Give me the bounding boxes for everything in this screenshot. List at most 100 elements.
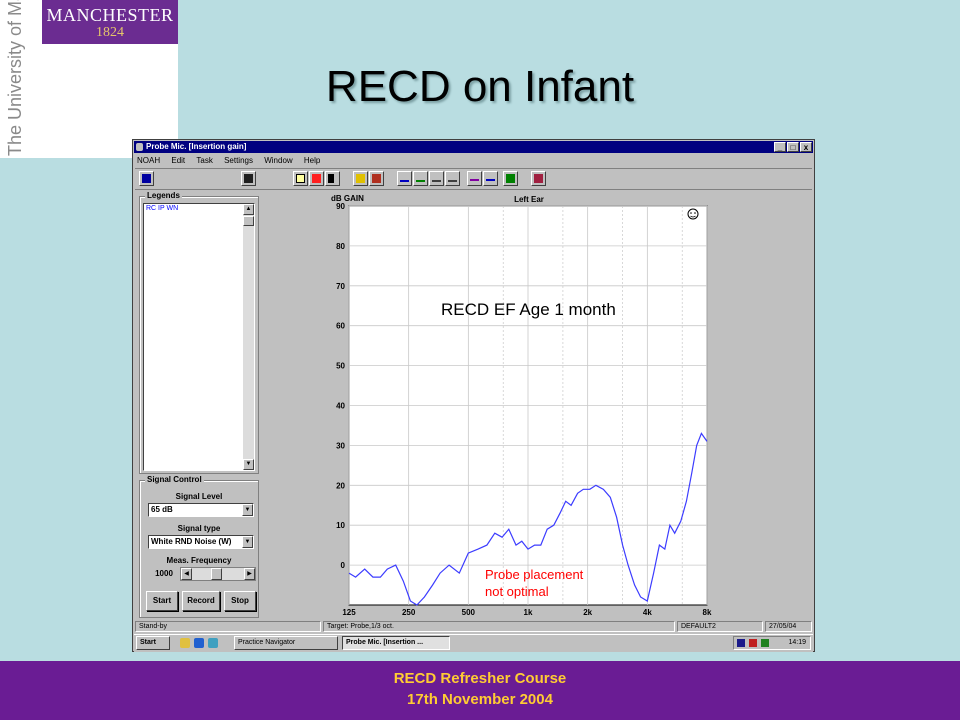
status-profile: DEFAULT2 [677, 621, 763, 632]
y-tick-label: 60 [336, 322, 345, 331]
curve3-icon[interactable] [429, 171, 444, 186]
hearing-aid-icon[interactable] [139, 171, 154, 186]
probe-mic-window: Probe Mic. [Insertion gain] _ □ x NOAH E… [132, 139, 815, 652]
signal-control-group: Signal Control Signal Level 65 dB ▼ Sign… [139, 475, 259, 618]
window-title: Probe Mic. [Insertion gain] [146, 142, 247, 151]
y-tick-label: 50 [336, 362, 345, 371]
list-item[interactable]: RC IP WN [144, 204, 254, 213]
chart-title: Left Ear [514, 195, 544, 204]
menu-bar: NOAH Edit Task Settings Window Help [135, 155, 812, 166]
y-tick-label: 80 [336, 242, 345, 251]
signal-type-label: Signal type [177, 524, 221, 533]
annotation-probe-line2: not optimal [485, 584, 549, 599]
chevron-down-icon[interactable]: ▼ [242, 536, 253, 548]
scroll-down-icon[interactable]: ▼ [243, 459, 254, 470]
green-book-icon[interactable] [503, 171, 518, 186]
task-practice-navigator[interactable]: Practice Navigator [234, 636, 338, 650]
toolbar [135, 168, 812, 190]
annotation-probe-line1: Probe placement [485, 567, 584, 582]
gain-chart: dB GAIN Left Ear 9080706050403020100125 2… [331, 194, 712, 617]
chevron-down-icon[interactable]: ▼ [242, 504, 253, 516]
red-book-icon[interactable] [531, 171, 546, 186]
menu-help[interactable]: Help [304, 156, 320, 165]
slider-thumb[interactable] [211, 568, 222, 580]
wrench-icon[interactable] [369, 171, 384, 186]
window-titlebar[interactable]: Probe Mic. [Insertion gain] _ □ x [134, 141, 813, 153]
curve6-icon[interactable] [483, 171, 498, 186]
menu-task[interactable]: Task [196, 156, 212, 165]
menu-settings[interactable]: Settings [224, 156, 253, 165]
footer-date: 17th November 2004 [407, 691, 553, 708]
status-date: 27/05/04 [765, 621, 812, 632]
scroll-thumb[interactable] [243, 216, 254, 226]
y-tick-label: 70 [336, 282, 345, 291]
scroll-right-icon[interactable]: ▶ [244, 568, 255, 580]
x-tick-label: 250 [402, 608, 416, 617]
signal-level-select[interactable]: 65 dB ▼ [148, 503, 254, 517]
save-icon[interactable] [241, 171, 256, 186]
y-tick-label: 90 [336, 202, 345, 211]
y-tick-label: 0 [341, 561, 346, 570]
start-menu-button[interactable]: Start [136, 636, 170, 650]
annotation-recd: RECD EF Age 1 month [441, 300, 616, 319]
tray-icons [737, 639, 777, 647]
stop-button[interactable]: Stop [224, 591, 256, 611]
manchester-logo: MANCHESTER 1824 [42, 0, 178, 44]
clock: 14:19 [788, 639, 806, 646]
start-button[interactable]: Start [146, 591, 178, 611]
menu-noah[interactable]: NOAH [137, 156, 160, 165]
scroll-left-icon[interactable]: ◀ [181, 568, 192, 580]
y-tick-label: 20 [336, 481, 345, 490]
info-icon[interactable] [353, 171, 368, 186]
x-tick-label: 2k [583, 608, 592, 617]
y-tick-label: 30 [336, 441, 345, 450]
system-tray: 14:19 [733, 636, 811, 650]
status-target: Target: Probe,1/3 oct. [323, 621, 675, 632]
task-probe-mic[interactable]: Probe Mic. [Insertion ... [342, 636, 450, 650]
logo-year: 1824 [96, 25, 124, 40]
slide-footer: RECD Refresher Course 17th November 2004 [0, 661, 960, 720]
x-tick-label: 8k [703, 608, 712, 617]
legends-list[interactable]: RC IP WN ▲ ▼ [143, 203, 255, 471]
email-icon[interactable] [208, 638, 218, 648]
logo-name: MANCHESTER [46, 5, 174, 25]
frequency-slider[interactable]: ◀ ▶ [180, 567, 256, 581]
menu-window[interactable]: Window [264, 156, 292, 165]
quicklaunch-icon[interactable] [180, 638, 190, 648]
cursor-icon[interactable] [293, 171, 308, 186]
signal-type-select[interactable]: White RND Noise (W) ▼ [148, 535, 254, 549]
footer-course: RECD Refresher Course [393, 670, 567, 687]
x-tick-label: 500 [462, 608, 476, 617]
legends-label: Legends [145, 191, 182, 201]
scroll-up-icon[interactable]: ▲ [243, 204, 254, 215]
meas-frequency-value: 1000 [148, 567, 180, 581]
signal-control-label: Signal Control [145, 475, 204, 485]
x-tick-label: 4k [643, 608, 652, 617]
curve2-icon[interactable] [413, 171, 428, 186]
calibrate-icon[interactable] [325, 171, 340, 186]
status-state: Stand-by [135, 621, 321, 632]
x-tick-label: 125 [342, 608, 356, 617]
signal-level-label: Signal Level [175, 492, 223, 501]
slide-title: RECD on Infant [325, 62, 635, 111]
signal-level-value: 65 dB [151, 505, 173, 514]
maximize-button[interactable]: □ [787, 142, 799, 152]
curve4-icon[interactable] [445, 171, 460, 186]
y-tick-label: 40 [336, 402, 345, 411]
legends-group: Legends RC IP WN ▲ ▼ [139, 191, 259, 474]
record-button[interactable]: Record [182, 591, 220, 611]
curve5-icon[interactable] [467, 171, 482, 186]
close-button[interactable]: x [800, 142, 812, 152]
curve1-icon[interactable] [397, 171, 412, 186]
y-tick-label: 10 [336, 521, 345, 530]
browser-icon[interactable] [194, 638, 204, 648]
minimize-button[interactable]: _ [774, 142, 786, 152]
status-bar: Stand-by Target: Probe,1/3 oct. DEFAULT2… [135, 621, 812, 633]
meas-frequency-label: Meas. Frequency [166, 556, 232, 565]
menu-edit[interactable]: Edit [171, 156, 185, 165]
recd-icon[interactable] [309, 171, 324, 186]
legends-scrollbar[interactable]: ▲ ▼ [243, 204, 254, 470]
signal-type-value: White RND Noise (W) [151, 537, 232, 546]
x-tick-label: 1k [524, 608, 533, 617]
smiley-icon [687, 208, 699, 220]
